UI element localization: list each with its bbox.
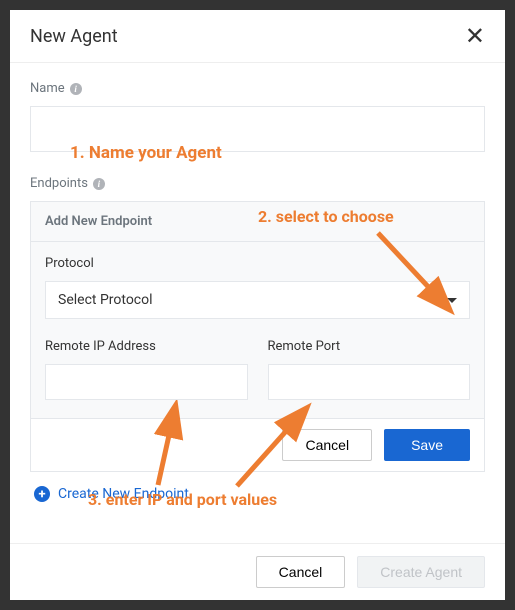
new-agent-modal: New Agent ✕ Name i Endpoints i Add New E… xyxy=(10,10,505,600)
close-icon[interactable]: ✕ xyxy=(465,24,485,48)
endpoint-save-button[interactable]: Save xyxy=(384,429,470,461)
create-agent-button: Create Agent xyxy=(357,556,485,588)
name-label-row: Name i xyxy=(30,81,485,96)
endpoint-card-title: Add New Endpoint xyxy=(31,202,484,242)
name-input[interactable] xyxy=(30,106,485,152)
endpoint-card-body: Protocol Select Protocol Remote IP Addre… xyxy=(31,242,484,418)
modal-header: New Agent ✕ xyxy=(10,10,505,63)
create-endpoint-label: Create New Endpoint xyxy=(58,486,189,502)
endpoints-label-row: Endpoints i xyxy=(30,176,485,191)
remote-ip-label: Remote IP Address xyxy=(45,339,248,354)
protocol-select[interactable]: Select Protocol xyxy=(45,281,470,319)
endpoint-card: Add New Endpoint Protocol Select Protoco… xyxy=(30,201,485,472)
endpoints-label: Endpoints xyxy=(30,176,88,191)
plus-circle-icon: + xyxy=(34,486,50,502)
remote-port-label: Remote Port xyxy=(268,339,471,354)
remote-port-input[interactable] xyxy=(268,364,471,400)
remote-ip-input[interactable] xyxy=(45,364,248,400)
modal-body: Name i Endpoints i Add New Endpoint Prot… xyxy=(10,63,505,526)
endpoint-footer: Cancel Save xyxy=(31,418,484,471)
name-label: Name xyxy=(30,81,65,96)
modal-title: New Agent xyxy=(30,26,118,47)
create-endpoint-link[interactable]: + Create New Endpoint xyxy=(30,472,485,516)
endpoint-cancel-button[interactable]: Cancel xyxy=(282,429,372,461)
chevron-down-icon xyxy=(447,298,457,303)
protocol-selected: Select Protocol xyxy=(58,292,153,308)
protocol-label: Protocol xyxy=(45,256,470,271)
info-icon[interactable]: i xyxy=(70,83,82,95)
cancel-button[interactable]: Cancel xyxy=(256,556,346,588)
info-icon[interactable]: i xyxy=(93,178,105,190)
modal-footer: Cancel Create Agent xyxy=(10,543,505,600)
